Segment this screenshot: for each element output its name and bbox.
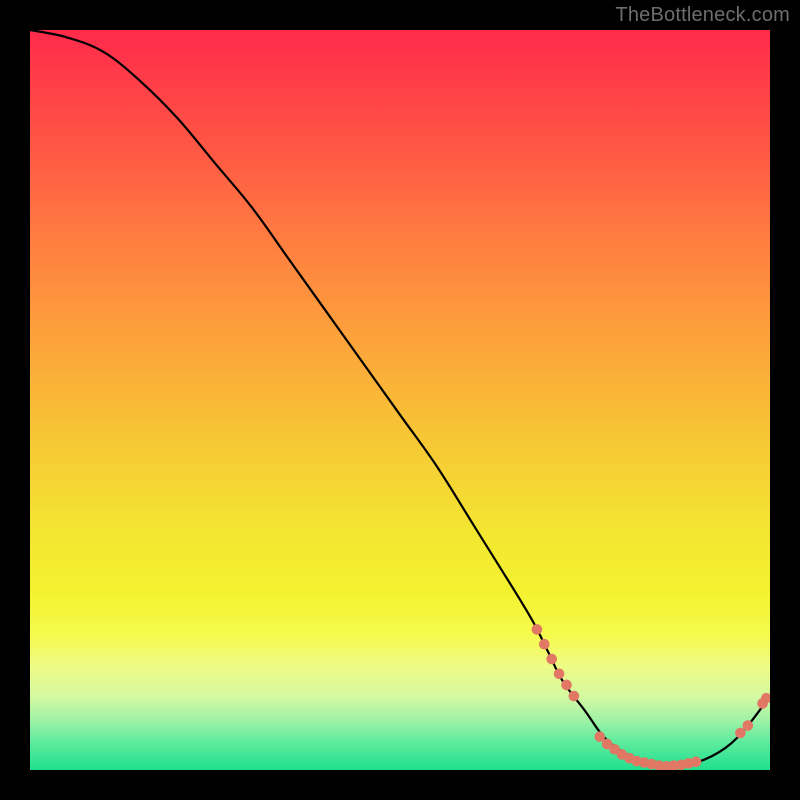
chart-frame: TheBottleneck.com [0,0,800,800]
highlight-dots-group [532,624,770,770]
highlight-dot [554,669,565,680]
highlight-dot [569,691,580,702]
highlight-dot [743,720,754,731]
bottleneck-chart [30,30,770,770]
bottleneck-curve-line [30,30,770,766]
highlight-dot [561,680,572,691]
highlight-dot [691,757,702,768]
highlight-dot [532,624,543,635]
highlight-dot [539,639,550,650]
highlight-dot [546,654,557,665]
watermark-label: TheBottleneck.com [615,4,790,27]
